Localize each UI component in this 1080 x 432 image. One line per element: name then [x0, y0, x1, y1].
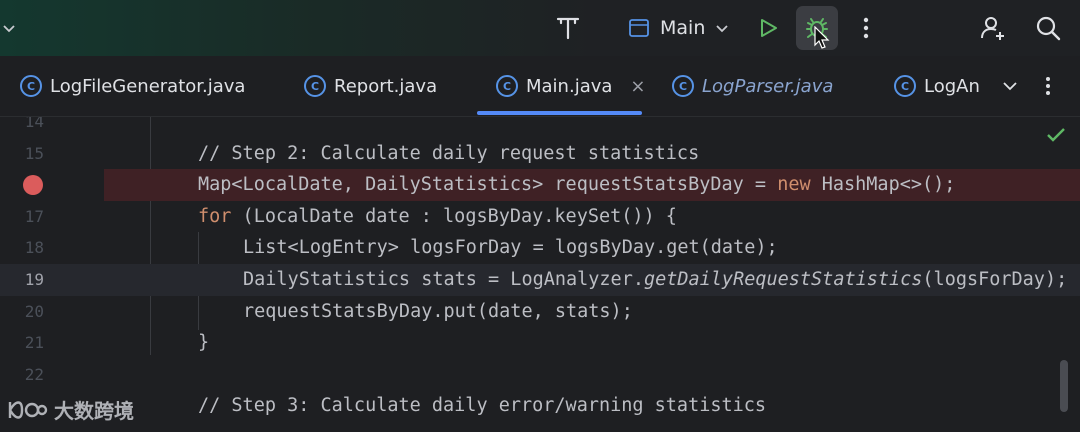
- breakpoint-icon[interactable]: [23, 175, 43, 196]
- code-text: List<LogEntry> logsForDay = logsByDay.ge…: [243, 237, 778, 259]
- tab-label: Main.java: [526, 75, 613, 97]
- code-comment: // Step 2: Calculate daily request stati…: [198, 142, 700, 164]
- main-toolbar: Main: [0, 0, 1080, 56]
- line-number: 22: [24, 364, 44, 384]
- run-config-label: Main: [660, 17, 706, 39]
- tabs-more-icon[interactable]: [1036, 56, 1060, 116]
- line-number: 18: [24, 238, 44, 258]
- run-config-icon: [629, 19, 649, 37]
- watermark-logo: 大数跨境: [6, 395, 134, 424]
- editor-scrollbar-thumb[interactable]: [1060, 360, 1068, 412]
- close-tab-icon[interactable]: ×: [630, 76, 645, 97]
- code-line: 21 }: [0, 327, 1080, 359]
- line-number: 15: [24, 143, 44, 163]
- code-line: 14: [0, 117, 1080, 138]
- active-tab-indicator: [477, 111, 642, 115]
- code-line: 17 for (LocalDate date : logsByDay.keySe…: [0, 201, 1080, 233]
- tab-report[interactable]: C Report.java: [304, 56, 437, 116]
- code-line: // Step 3: Calculate daily error/warning…: [0, 390, 1080, 422]
- code-text: DailyStatistics stats = LogAnalyzer.getD…: [243, 269, 1068, 290]
- tab-label: LogFileGenerator.java: [50, 75, 246, 97]
- chevron-down-icon: [716, 25, 728, 33]
- java-class-icon: C: [20, 75, 42, 97]
- code-line: 22: [0, 359, 1080, 391]
- code-line: 20 requestStatsByDay.put(date, stats);: [0, 296, 1080, 328]
- line-number: 17: [24, 206, 44, 226]
- build-hammer-icon[interactable]: [548, 0, 588, 56]
- code-comment: // Step 3: Calculate daily error/warning…: [198, 395, 767, 417]
- tab-label: Report.java: [334, 75, 438, 97]
- code-text: for (LocalDate date : logsByDay.keySet()…: [198, 205, 677, 227]
- tab-logparser[interactable]: C LogParser.java: [672, 56, 833, 116]
- watermark-text: 大数跨境: [54, 399, 134, 423]
- java-class-icon: C: [672, 75, 694, 97]
- java-class-icon: C: [304, 75, 326, 97]
- tab-logfilegenerator[interactable]: C LogFileGenerator.java: [20, 56, 245, 116]
- add-user-icon[interactable]: [976, 0, 1010, 56]
- line-number: 20: [24, 301, 44, 321]
- tab-label: LogAn: [924, 75, 980, 97]
- inspection-ok-check-icon[interactable]: [1046, 127, 1066, 143]
- run-icon: [761, 19, 777, 37]
- line-number: 21: [24, 333, 44, 353]
- watermark-logo-icon: [8, 400, 48, 419]
- code-line-current: 19 DailyStatistics stats = LogAnalyzer.g…: [0, 264, 1080, 296]
- run-button[interactable]: [752, 0, 784, 56]
- chevron-down-icon[interactable]: [0, 0, 18, 56]
- search-icon[interactable]: [1030, 0, 1066, 56]
- debug-button[interactable]: [796, 0, 838, 56]
- tab-label: LogParser.java: [702, 75, 834, 97]
- line-number: 14: [24, 117, 44, 131]
- editor-tab-bar: C LogFileGenerator.java C Report.java C …: [0, 56, 1080, 117]
- code-text: Map<LocalDate, DailyStatistics> requestS…: [198, 174, 956, 196]
- run-configuration-selector[interactable]: Main: [628, 0, 736, 56]
- tab-loganalyzer[interactable]: C LogAn: [894, 56, 980, 116]
- code-line: 15 // Step 2: Calculate daily request st…: [0, 138, 1080, 170]
- code-text: requestStatsByDay.put(date, stats);: [243, 300, 633, 322]
- tabs-dropdown-icon[interactable]: [998, 56, 1022, 116]
- code-line-breakpoint: Map<LocalDate, DailyStatistics> requestS…: [0, 169, 1080, 201]
- mouse-cursor-icon: [814, 26, 830, 49]
- java-class-icon: C: [894, 75, 916, 97]
- code-editor[interactable]: 14 15 // Step 2: Calculate daily request…: [0, 117, 1080, 432]
- more-options-icon[interactable]: [852, 0, 880, 56]
- line-number: 19: [24, 270, 44, 289]
- code-text: }: [198, 332, 210, 354]
- code-line: 18 List<LogEntry> logsForDay = logsByDay…: [0, 232, 1080, 264]
- java-class-icon: C: [496, 75, 518, 97]
- tab-main[interactable]: C Main.java ×: [496, 56, 646, 116]
